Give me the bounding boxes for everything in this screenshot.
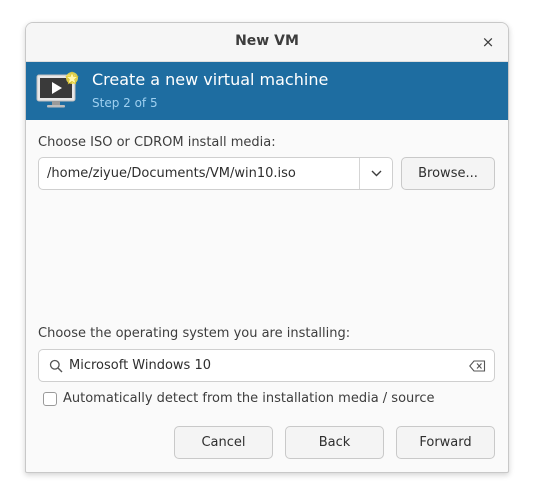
clear-text-icon[interactable] — [469, 360, 486, 372]
install-media-label: Choose ISO or CDROM install media: — [38, 135, 276, 150]
close-icon: × — [481, 33, 495, 51]
combo-dropdown-button[interactable] — [360, 158, 393, 189]
window-title: New VM — [235, 33, 299, 49]
forward-button[interactable]: Forward — [396, 426, 495, 459]
step-indicator: Step 2 of 5 — [92, 96, 158, 110]
back-button[interactable]: Back — [285, 426, 384, 459]
auto-detect-checkbox[interactable] — [43, 392, 57, 406]
wizard-banner: Create a new virtual machine Step 2 of 5 — [26, 62, 508, 120]
install-media-combo[interactable]: /home/ziyue/Documents/VM/win10.iso — [38, 157, 393, 190]
title-bar: New VM × — [26, 23, 508, 62]
banner-title: Create a new virtual machine — [92, 70, 329, 89]
close-button[interactable]: × — [478, 32, 498, 52]
browse-button[interactable]: Browse... — [401, 157, 495, 190]
new-vm-dialog: New VM × Create a new virtual machine St… — [25, 22, 509, 473]
search-icon — [49, 359, 63, 373]
cancel-button[interactable]: Cancel — [174, 426, 273, 459]
install-media-value[interactable]: /home/ziyue/Documents/VM/win10.iso — [47, 166, 296, 181]
auto-detect-label[interactable]: Automatically detect from the installati… — [63, 391, 434, 406]
chevron-down-icon — [371, 170, 382, 177]
os-selection-label: Choose the operating system you are inst… — [38, 326, 351, 341]
vm-monitor-play-icon — [36, 71, 79, 108]
os-search-field[interactable]: Microsoft Windows 10 — [38, 349, 495, 382]
os-search-input[interactable]: Microsoft Windows 10 — [69, 358, 211, 373]
